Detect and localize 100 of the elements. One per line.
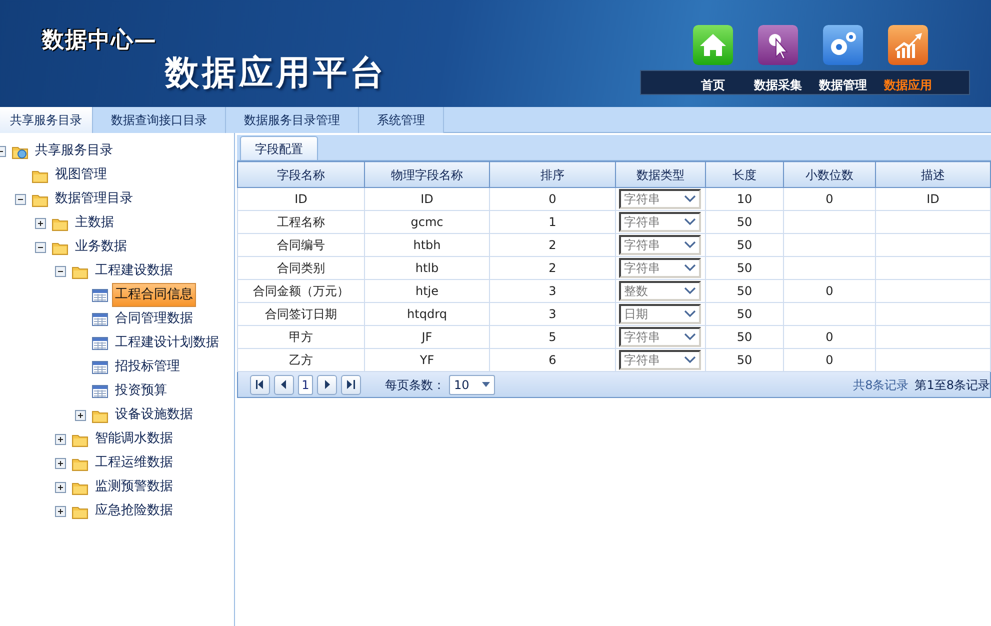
table-cell: 甲方	[238, 326, 364, 348]
table-icon	[92, 312, 108, 326]
type-dropdown[interactable]: 字符串	[619, 235, 701, 255]
table-cell: htlb	[364, 256, 490, 280]
table-cell: 50	[706, 280, 784, 302]
skip-icon	[347, 380, 355, 389]
next-page-button[interactable]	[317, 374, 337, 394]
type-dropdown[interactable]: 字符串	[619, 189, 701, 209]
table-cell: 合同签订日期	[238, 302, 364, 326]
nav-button[interactable]: 数据管理	[815, 25, 871, 94]
tree-item[interactable]: 投资预算	[112, 379, 170, 403]
collapse-icon[interactable]	[15, 194, 26, 204]
tree-item[interactable]: 工程合同信息	[112, 283, 196, 307]
table-cell: 50	[706, 326, 784, 348]
table-cell: ID	[238, 188, 364, 210]
tree-item[interactable]: 智能调水数据	[92, 427, 176, 451]
table-cell: 50	[706, 234, 784, 256]
tree-item[interactable]: 应急抢险数据	[92, 499, 176, 523]
type-dropdown[interactable]: 字符串	[619, 327, 701, 347]
tree-item[interactable]: 工程建设计划数据	[112, 331, 222, 355]
tab[interactable]: 共享服务目录	[0, 107, 93, 133]
chevron-icon	[684, 310, 696, 318]
table-cell: 合同金额（万元）	[238, 280, 364, 302]
expand-icon[interactable]	[75, 410, 86, 420]
tab[interactable]: 系统管理	[359, 107, 444, 133]
column-header: 数据类型	[616, 162, 706, 188]
skip-icon	[256, 380, 264, 389]
table-cell: ID	[364, 188, 490, 210]
tab[interactable]: 字段配置	[240, 136, 318, 160]
tree-item[interactable]: 业务数据	[72, 235, 130, 259]
table-cell: 50	[706, 210, 784, 234]
chevron-icon	[684, 241, 696, 249]
table-cell: 合同编号	[238, 234, 364, 256]
tree-item[interactable]: 工程建设数据	[92, 259, 176, 283]
table-cell: gcmc	[364, 210, 490, 234]
table-cell: htje	[364, 280, 490, 302]
type-dropdown[interactable]: 字符串	[619, 212, 701, 232]
page-size-dropdown[interactable]: 10	[449, 374, 495, 394]
chevron-icon	[684, 356, 696, 364]
tree-item[interactable]: 合同管理数据	[112, 307, 196, 331]
tree-item[interactable]: 主数据	[72, 211, 117, 235]
tab[interactable]: 数据查询接口目录	[93, 107, 226, 133]
table-cell: htqdrq	[364, 302, 490, 326]
column-header: 排序	[490, 162, 616, 188]
first-page-button[interactable]	[250, 374, 270, 394]
table-cell: 1	[490, 210, 616, 234]
table-cell: 50	[706, 256, 784, 280]
table-cell: 2	[490, 234, 616, 256]
type-dropdown[interactable]: 日期	[619, 304, 701, 324]
table-cell: 2	[490, 256, 616, 280]
tree-item[interactable]: 共享服务目录	[32, 139, 116, 163]
tree-item[interactable]: 工程运维数据	[92, 451, 176, 475]
triangle-icon	[324, 380, 330, 389]
nav-button[interactable]: 首页	[685, 25, 741, 94]
expand-icon[interactable]	[55, 434, 66, 444]
type-dropdown[interactable]: 字符串	[619, 258, 701, 278]
chart-icon	[888, 25, 928, 65]
tree-item[interactable]: 视图管理	[52, 163, 110, 187]
gear-icon	[823, 25, 863, 65]
column-header: 小数位数	[784, 162, 876, 188]
table-cell: 0	[784, 326, 876, 348]
chevron-icon	[684, 287, 696, 295]
tree-item[interactable]: 数据管理目录	[52, 187, 136, 211]
expand-icon[interactable]	[55, 458, 66, 468]
table-icon	[92, 360, 108, 374]
tree-item[interactable]: 监测预警数据	[92, 475, 176, 499]
column-header: 长度	[706, 162, 784, 188]
nav-button[interactable]: 数据采集	[750, 25, 806, 94]
table-cell: 0	[490, 188, 616, 210]
table-cell: 5	[490, 326, 616, 348]
page-number-field[interactable]: 1	[298, 374, 313, 394]
table-cell: ID	[876, 188, 990, 210]
previous-page-button[interactable]	[274, 374, 294, 394]
chevron-icon	[684, 333, 696, 341]
table-cell: 3	[490, 280, 616, 302]
page-size-label: 每页条数：	[385, 376, 445, 394]
pointer-icon	[758, 25, 798, 65]
type-dropdown[interactable]: 字符串	[619, 350, 701, 370]
banner-subtitle: 数据中心—	[42, 26, 157, 55]
caret-icon	[482, 382, 490, 387]
last-page-button[interactable]	[341, 374, 361, 394]
home-icon	[693, 25, 733, 65]
collapse-icon[interactable]	[55, 266, 66, 276]
type-dropdown[interactable]: 整数	[619, 281, 701, 301]
collapse-icon[interactable]	[35, 242, 46, 252]
record-total: 共8条记录	[853, 376, 910, 394]
column-header: 字段名称	[238, 162, 364, 188]
nav-button[interactable]: 数据应用	[880, 25, 936, 94]
expand-icon[interactable]	[55, 482, 66, 492]
tab[interactable]: 数据服务目录管理	[226, 107, 359, 133]
table-icon	[92, 336, 108, 350]
expand-icon[interactable]	[35, 218, 46, 228]
tree-item[interactable]: 招投标管理	[112, 355, 183, 379]
expand-icon[interactable]	[55, 506, 66, 516]
column-header: 物理字段名称	[364, 162, 490, 188]
chevron-icon	[684, 264, 696, 272]
chevron-icon	[684, 195, 696, 203]
column-header: 描述	[876, 162, 990, 188]
tree-item[interactable]: 设备设施数据	[112, 403, 196, 427]
table-cell: 50	[706, 302, 784, 326]
